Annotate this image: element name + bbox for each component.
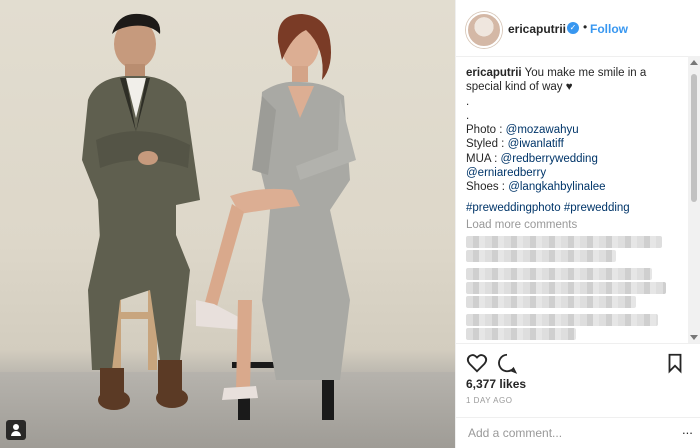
credit-label: MUA : bbox=[466, 152, 501, 165]
credit-handle[interactable]: @redberrywedding bbox=[501, 153, 598, 165]
caption: ericaputrii You make me smile in a speci… bbox=[466, 66, 684, 95]
blurred-comment bbox=[466, 328, 576, 340]
verified-icon: ✓ bbox=[567, 22, 579, 34]
credit-label: Shoes : bbox=[466, 181, 509, 194]
post-header: ericaputrii ✓ • Follow bbox=[456, 0, 700, 57]
post-age[interactable]: 1 DAY AGO bbox=[466, 396, 512, 405]
instagram-post: ericaputrii ✓ • Follow ericaputrii You m… bbox=[0, 0, 700, 448]
credit-label: Styled : bbox=[466, 138, 508, 151]
caption-username[interactable]: ericaputrii bbox=[466, 67, 522, 79]
add-comment-input[interactable] bbox=[466, 424, 670, 441]
scrollbar-thumb[interactable] bbox=[691, 74, 697, 202]
tag-person-icon[interactable] bbox=[6, 420, 26, 440]
blurred-comment bbox=[466, 250, 616, 262]
caption-dot: . bbox=[466, 109, 470, 122]
blurred-comment bbox=[466, 296, 636, 308]
bookmark-icon[interactable] bbox=[664, 352, 686, 374]
credit-line: MUA : @redberrywedding bbox=[466, 152, 684, 166]
credit-label: Photo : bbox=[466, 124, 506, 137]
scroll-up-icon[interactable] bbox=[690, 60, 698, 65]
credit-handle[interactable]: @iwanlatiff bbox=[508, 138, 564, 150]
follow-button[interactable]: Follow bbox=[590, 22, 628, 36]
blurred-comment bbox=[466, 268, 652, 280]
couple-illustration bbox=[82, 13, 356, 420]
separator-dot: • bbox=[583, 20, 588, 34]
credit-handle[interactable]: @erniaredberry bbox=[466, 167, 546, 179]
tag-person-body bbox=[11, 431, 21, 436]
header-username[interactable]: ericaputrii bbox=[508, 22, 566, 36]
heart-icon[interactable] bbox=[466, 352, 488, 374]
credit-handle[interactable]: @langkahbylinalee bbox=[508, 181, 605, 193]
comment-icon[interactable] bbox=[496, 352, 518, 374]
load-more-comments[interactable]: Load more comments bbox=[466, 218, 684, 232]
likes-count[interactable]: 6,377 likes bbox=[466, 377, 526, 391]
credit-line: @erniaredberry bbox=[466, 166, 684, 180]
post-sidebar: ericaputrii ✓ • Follow ericaputrii You m… bbox=[455, 0, 700, 448]
tag-person-head bbox=[13, 424, 19, 430]
scroll-down-icon[interactable] bbox=[690, 335, 698, 340]
credit-line: Styled : @iwanlatiff bbox=[466, 137, 684, 151]
blurred-comment bbox=[466, 314, 658, 326]
post-actions: 6,377 likes 1 DAY AGO ... bbox=[456, 343, 700, 444]
add-comment-section: ... bbox=[456, 417, 700, 445]
blurred-comment bbox=[466, 236, 662, 248]
more-options-icon[interactable]: ... bbox=[682, 422, 693, 437]
credit-line: Shoes : @langkahbylinalee bbox=[466, 180, 684, 194]
avatar[interactable] bbox=[466, 12, 502, 48]
post-photo[interactable] bbox=[0, 0, 455, 448]
caption-dot: . bbox=[466, 95, 470, 108]
credit-handle[interactable]: @mozawahyu bbox=[506, 124, 579, 136]
hashtags[interactable]: #preweddingphoto #prewedding bbox=[466, 201, 684, 215]
credit-line: Photo : @mozawahyu bbox=[466, 123, 684, 137]
comments-scrollbar[interactable] bbox=[688, 56, 700, 344]
blurred-comment bbox=[466, 282, 666, 294]
